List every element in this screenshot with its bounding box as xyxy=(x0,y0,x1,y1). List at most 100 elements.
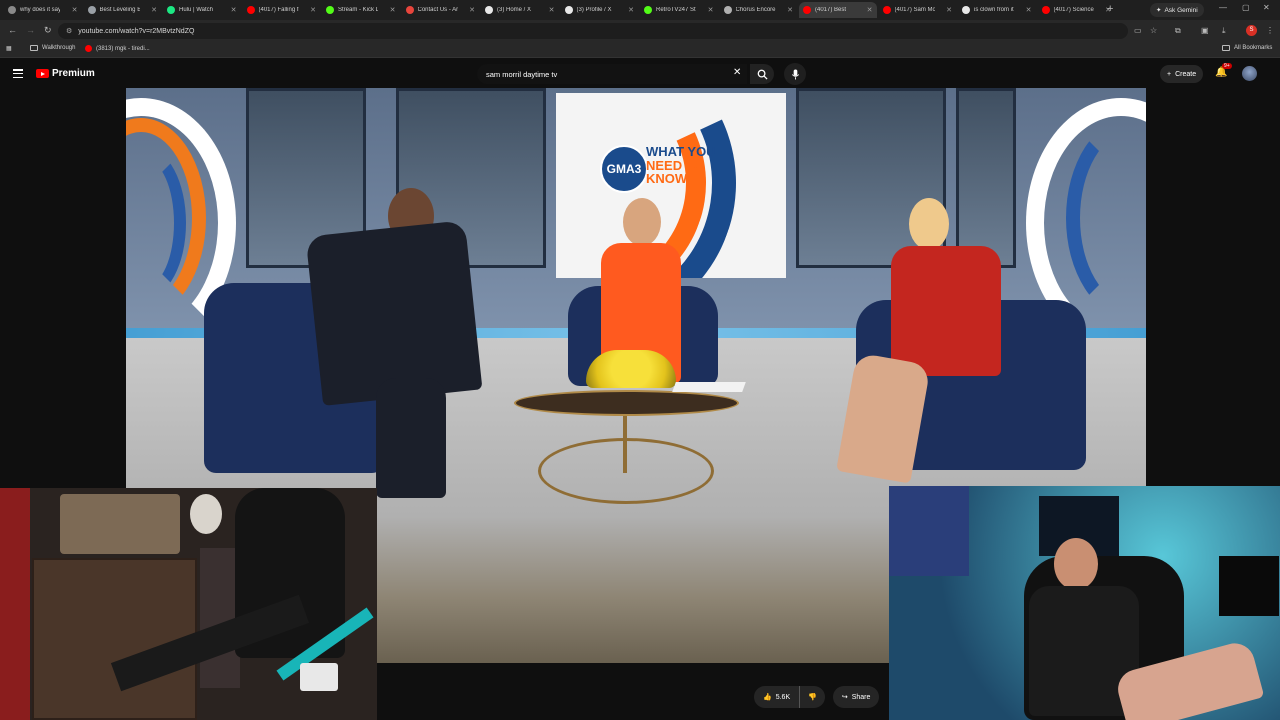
like-button[interactable]: 👍 5.6K xyxy=(754,686,801,708)
tab-close-icon[interactable]: ✕ xyxy=(469,6,475,14)
browser-tab[interactable]: (4017) Science ✕ xyxy=(1038,2,1116,18)
browser-tab-bar: why does it say ✕ Best Leveling B ✕ Hulu | W… xyxy=(0,0,1280,20)
download-icon[interactable]: ⤓ xyxy=(1222,26,1226,36)
screen-headline-line2: NEED TO xyxy=(646,157,704,173)
share-button[interactable]: ↪ Share xyxy=(832,686,880,708)
gma3-logo: GMA3 xyxy=(600,145,648,193)
browser-profile-avatar[interactable]: S xyxy=(1246,25,1257,36)
tab-close-icon[interactable]: ✕ xyxy=(628,6,634,14)
logo-text: Premium xyxy=(52,68,95,79)
folder-icon xyxy=(30,45,38,51)
like-dislike-group: 👍 5.6K 👎 xyxy=(754,686,825,708)
bookmark-label: Walkthrough xyxy=(42,45,76,51)
browser-tab[interactable]: Hulu | Watch ✕ xyxy=(163,2,241,18)
tab-close-icon[interactable]: ✕ xyxy=(231,6,237,14)
maximize-window-icon[interactable]: ▢ xyxy=(1242,3,1250,12)
tab-close-icon[interactable]: ✕ xyxy=(787,6,793,14)
bookmark-mgk[interactable]: (3813) mgk - tiredi... xyxy=(85,45,150,52)
bookmark-star-icon[interactable]: ☆ xyxy=(1150,26,1157,35)
browser-tab[interactable]: is clown from it ✕ xyxy=(958,2,1036,18)
tab-favicon-icon xyxy=(405,6,414,14)
tab-title: (4017) Falling fr xyxy=(258,7,299,13)
new-tab-button[interactable]: + xyxy=(1107,3,1113,15)
screen-headline-line3: KNOW xyxy=(646,171,688,187)
plus-icon: + xyxy=(1167,70,1172,78)
browser-tab[interactable]: (3) Profile / X ✕ xyxy=(561,2,639,18)
account-avatar[interactable] xyxy=(1242,66,1257,81)
tab-close-icon[interactable]: ✕ xyxy=(946,6,952,14)
voice-search-button[interactable] xyxy=(784,63,806,85)
back-arrow-icon[interactable]: ← xyxy=(8,25,17,35)
close-window-icon[interactable]: ✕ xyxy=(1263,3,1270,12)
tab-favicon-icon xyxy=(246,6,255,14)
all-bookmarks[interactable]: All Bookmarks xyxy=(1222,45,1272,51)
browser-menu-icon[interactable]: ⋮ xyxy=(1266,26,1274,35)
browser-tab[interactable]: (4017) Best ✕ xyxy=(799,2,877,18)
microphone-icon xyxy=(791,68,799,80)
all-bookmarks-label: All Bookmarks xyxy=(1234,45,1273,51)
tab-favicon-icon xyxy=(564,6,573,14)
browser-tab[interactable]: (4017) Falling fr ✕ xyxy=(243,2,321,18)
browser-tab[interactable]: RetroTV247 Stre ✕ xyxy=(640,2,718,18)
tab-favicon-icon xyxy=(8,6,16,14)
thumbs-up-icon: 👍 xyxy=(763,694,772,701)
castle-model xyxy=(60,494,180,554)
site-info-icon[interactable]: ⚙ xyxy=(66,27,72,35)
dislike-button[interactable]: 👎 xyxy=(800,686,825,708)
browser-tab[interactable]: why does it say ✕ xyxy=(4,2,82,18)
studio-window xyxy=(956,88,1016,268)
tab-favicon-icon xyxy=(882,6,891,14)
monitor xyxy=(1219,556,1279,616)
ask-gemini-button[interactable]: ✦ Ask Gemini xyxy=(1150,3,1204,17)
search-icon xyxy=(757,69,768,80)
cast-icon[interactable]: ▭ xyxy=(1134,26,1142,35)
tab-title: (4017) Sam Mo xyxy=(894,7,935,13)
tab-close-icon[interactable]: ✕ xyxy=(549,6,555,14)
share-label: Share xyxy=(851,693,871,701)
tab-favicon-icon xyxy=(962,6,970,14)
tab-title: Chorus Encore xyxy=(735,7,776,13)
apps-grid-icon[interactable]: ▦ xyxy=(6,45,12,52)
forward-arrow-icon[interactable]: → xyxy=(26,25,35,35)
coffee-table xyxy=(514,390,739,416)
bookshelf xyxy=(32,558,197,720)
reload-icon[interactable]: ↻ xyxy=(44,25,52,36)
tab-title: (3) Profile / X xyxy=(576,7,612,13)
tab-close-icon[interactable]: ✕ xyxy=(867,6,873,14)
tab-title: Contact Us - Ar xyxy=(417,7,458,13)
extensions-icon[interactable]: ⧉ xyxy=(1175,26,1181,36)
host-right-head xyxy=(909,198,949,250)
share-icon: ↪ xyxy=(841,694,848,701)
browser-tab[interactable]: (3) Home / X ✕ xyxy=(481,2,559,18)
minimize-window-icon[interactable]: — xyxy=(1219,3,1227,12)
tab-title: (3) Home / X xyxy=(497,7,532,13)
browser-tab[interactable]: (4017) Sam Mo ✕ xyxy=(879,2,957,18)
create-button[interactable]: + Create xyxy=(1160,65,1204,83)
tab-close-icon[interactable]: ✕ xyxy=(310,6,316,14)
clear-search-icon[interactable]: ✕ xyxy=(733,67,741,78)
youtube-premium-logo[interactable]: Premium xyxy=(36,68,95,79)
tab-close-icon[interactable]: ✕ xyxy=(1026,6,1032,14)
search-button[interactable] xyxy=(750,64,774,84)
tab-title: is clown from it xyxy=(974,7,1014,13)
tab-close-icon[interactable]: ✕ xyxy=(72,6,78,14)
tab-close-icon[interactable]: ✕ xyxy=(708,6,714,14)
search-input[interactable]: sam morril daytime tv xyxy=(477,64,747,84)
browser-tab[interactable]: Best Leveling B ✕ xyxy=(84,2,162,18)
host-left-legs xyxy=(376,378,446,498)
sidebar-icon[interactable]: ▣ xyxy=(1201,26,1209,35)
tab-close-icon[interactable]: ✕ xyxy=(151,6,157,14)
yellow-flowers xyxy=(586,350,676,388)
youtube-favicon-icon xyxy=(85,45,92,52)
tab-close-icon[interactable]: ✕ xyxy=(390,6,396,14)
browser-tab[interactable]: Contact Us - Ar ✕ xyxy=(402,2,480,18)
hamburger-menu-icon[interactable] xyxy=(13,69,23,78)
tab-favicon-icon xyxy=(167,6,175,14)
tab-title: Hulu | Watch xyxy=(179,7,214,13)
browser-tab[interactable]: Chorus Encore ✕ xyxy=(720,2,798,18)
url-text: youtube.com/watch?v=r2MBvtzNdZQ xyxy=(78,27,195,35)
browser-tab[interactable]: Stream - Kick D ✕ xyxy=(322,2,400,18)
bookmark-walkthrough[interactable]: Walkthrough xyxy=(30,45,75,51)
screen-headline: WHAT YOU NEED TO KNOW xyxy=(646,145,746,186)
url-bar[interactable]: ⚙ youtube.com/watch?v=r2MBvtzNdZQ xyxy=(58,23,1128,39)
